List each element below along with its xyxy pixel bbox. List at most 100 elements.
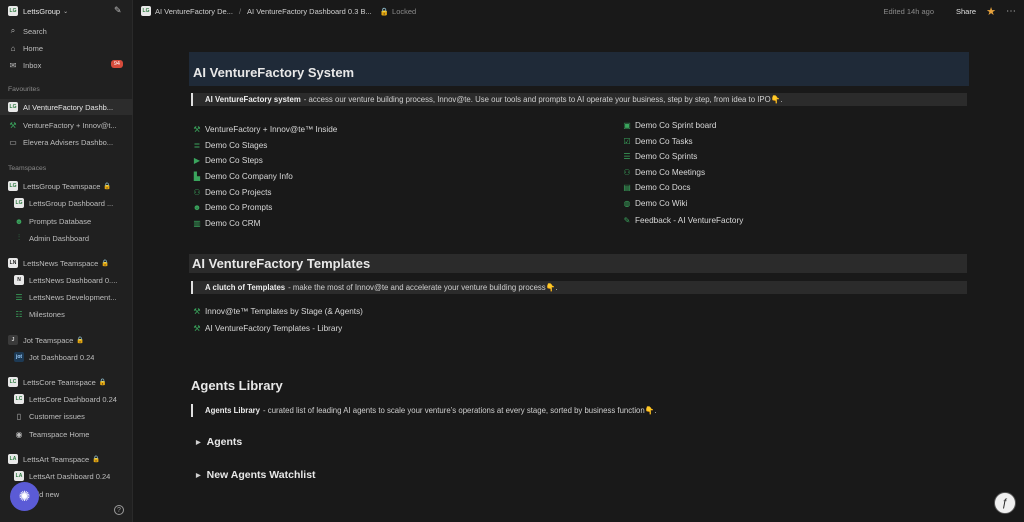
list-icon: ☷ <box>15 309 23 319</box>
toggle-new-agents-watchlist[interactable]: ▶ New Agents Watchlist <box>196 469 316 481</box>
page-title: AI VentureFactory System <box>189 52 969 86</box>
callout-bold: A clutch of Templates <box>205 283 286 292</box>
teamspace-lettsgroup[interactable]: LG LettsGroup Teamspace 🔒 <box>0 178 133 194</box>
page-icon: LC <box>14 394 24 404</box>
sidebar-page[interactable]: LG LettsGroup Dashboard ... <box>0 195 133 211</box>
favourite-item[interactable]: ▭ Elevera Advisers Dashbo... <box>0 134 133 150</box>
breadcrumb-label: AI VentureFactory Dashboard 0.3 B... <box>247 6 372 16</box>
sidebar-page[interactable]: ☻ Prompts Database <box>0 213 133 229</box>
toggle-label: New Agents Watchlist <box>206 469 316 481</box>
teamspace-name: LettsGroup Teamspace <box>23 181 101 191</box>
sidebar-home[interactable]: ⌂ Home <box>0 40 133 56</box>
sidebar-page[interactable]: LC LettsCore Dashboard 0.24 <box>0 391 133 407</box>
callout-bold: Agents Library <box>205 406 261 415</box>
breadcrumb-item[interactable]: LG AI VentureFactory De... <box>141 6 233 16</box>
teamspace-logo: J <box>8 335 18 345</box>
sidebar-page-label: Teamspace Home <box>29 429 90 439</box>
page-link[interactable]: ▤ Demo Co Docs <box>622 182 690 192</box>
new-page-icon[interactable]: ✎ <box>114 5 122 16</box>
lock-icon: 🔒 <box>76 337 85 344</box>
book-icon: ▥ <box>193 218 201 228</box>
page-icon: ▯ <box>16 411 22 421</box>
favorite-star-icon[interactable]: ★ <box>986 5 996 18</box>
sidebar-page[interactable]: ▯ Customer issues <box>0 408 133 424</box>
breadcrumb-item[interactable]: AI VentureFactory Dashboard 0.3 B... <box>247 7 372 16</box>
stack-icon: ≣ <box>193 140 201 150</box>
sidebar-page[interactable]: N LettsNews Dashboard 0.... <box>0 272 133 288</box>
callout-text: - curated list of leading AI agents to s… <box>263 406 657 415</box>
page-link[interactable]: ≣ Demo Co Stages <box>192 140 268 150</box>
page-icon: LA <box>14 471 24 481</box>
page-link[interactable]: ▥ Demo Co CRM <box>192 218 260 228</box>
page-link[interactable]: ▙ Demo Co Company Info <box>192 171 293 181</box>
wand-icon: ⚒ <box>193 323 201 333</box>
page-link-label: Feedback - AI VentureFactory <box>635 215 744 225</box>
more-options-icon[interactable]: ⋯ <box>1006 6 1016 17</box>
compass-icon: ◉ <box>15 429 23 439</box>
locked-label: Locked <box>392 6 417 16</box>
teamspace-jot[interactable]: J Jot Teamspace 🔒 <box>0 332 133 348</box>
teamspace-lettscore[interactable]: LC LettsCore Teamspace 🔒 <box>0 374 133 390</box>
ai-assistant-icon[interactable]: ƒ <box>994 492 1016 514</box>
page-link[interactable]: ⚒ Innov@te™ Templates by Stage (& Agents) <box>192 306 363 316</box>
topbar: LG AI VentureFactory De... / AI VentureF… <box>133 0 1024 22</box>
page-link[interactable]: ▶ Demo Co Steps <box>192 155 263 165</box>
page-link[interactable]: ⚒ AI VentureFactory Templates - Library <box>192 323 342 333</box>
sidebar-inbox[interactable]: ✉ Inbox 94 <box>0 57 133 73</box>
sidebar-page[interactable]: ◉ Teamspace Home <box>0 426 133 442</box>
page-icon: LG <box>141 6 151 16</box>
sidebar-page[interactable]: jot Jot Dashboard 0.24 <box>0 349 133 365</box>
sidebar-page-label: LettsArt Dashboard 0.24 <box>29 471 111 481</box>
toggle-arrow-icon: ▶ <box>196 472 201 479</box>
teamspace-lettsnews[interactable]: LN LettsNews Teamspace 🔒 <box>0 255 133 271</box>
page-link[interactable]: ⚇ Demo Co Meetings <box>622 167 705 177</box>
page-content: AI VentureFactory System AI VentureFacto… <box>133 22 1024 522</box>
sidebar-page-label: LettsCore Dashboard 0.24 <box>29 394 117 404</box>
page-link[interactable]: ☑ Demo Co Tasks <box>622 136 692 146</box>
teamspace-logo: LG <box>8 181 18 191</box>
page-link[interactable]: ✎ Feedback - AI VentureFactory <box>622 215 744 225</box>
toggle-agents[interactable]: ▶ Agents <box>196 436 242 448</box>
page-link-label: Demo Co Steps <box>205 155 263 165</box>
teamspace-logo: LA <box>8 454 18 464</box>
page-link[interactable]: ☻ Demo Co Prompts <box>192 202 273 212</box>
page-link[interactable]: ☰ Demo Co Sprints <box>622 151 697 161</box>
lock-icon: 🔒 <box>92 456 101 463</box>
search-icon: ⌕ <box>10 26 16 35</box>
page-link[interactable]: ◍ Demo Co Wiki <box>622 198 688 208</box>
page-link[interactable]: ⚒ VentureFactory + Innov@te™ Inside <box>192 124 337 134</box>
list-icon: ☰ <box>623 151 631 161</box>
workspace-logo: LG <box>8 6 18 16</box>
sidebar-inbox-label: Inbox <box>23 60 42 70</box>
lock-icon: 🔒 <box>101 260 110 267</box>
page-icon: N <box>14 275 24 285</box>
sidebar-page-label: Jot Dashboard 0.24 <box>29 352 95 362</box>
favourite-label: VentureFactory + Innov@t... <box>23 120 117 130</box>
page-icon: ▭ <box>9 137 17 147</box>
favourite-item[interactable]: ⚒ VentureFactory + Innov@t... <box>0 117 133 133</box>
sidebar-page[interactable]: ☷ Milestones <box>0 306 133 322</box>
page-link[interactable]: ▣ Demo Co Sprint board <box>622 120 716 130</box>
sidebar-page-label: Prompts Database <box>29 216 92 226</box>
sidebar-page[interactable]: ⫶ Admin Dashboard <box>0 230 133 246</box>
page-link[interactable]: ⚇ Demo Co Projects <box>192 187 271 197</box>
page-link-label: AI VentureFactory Templates - Library <box>205 323 343 333</box>
system-callout: AI VentureFactory system - access our ve… <box>191 93 967 106</box>
help-icon[interactable]: ? <box>114 505 124 515</box>
feedback-icon: ✎ <box>623 215 631 225</box>
page-link-label: VentureFactory + Innov@te™ Inside <box>205 124 338 134</box>
teamspace-lettsart[interactable]: LA LettsArt Teamspace 🔒 <box>0 451 133 467</box>
breadcrumb-label: AI VentureFactory De... <box>155 6 233 16</box>
page-icon: LG <box>14 198 24 208</box>
building-icon: ▙ <box>193 171 201 181</box>
sidebar-search[interactable]: ⌕ Search <box>0 23 133 39</box>
edited-timestamp: Edited 14h ago <box>883 6 934 16</box>
sidebar-page-label: LettsNews Development... <box>29 292 117 302</box>
people-icon: ⚇ <box>623 167 631 177</box>
briefcase-icon: ▣ <box>623 120 631 130</box>
favourite-item[interactable]: LG AI VentureFactory Dashb... <box>0 99 133 115</box>
sidebar-page[interactable]: ☰ LettsNews Development... <box>0 289 133 305</box>
assistant-fab-icon[interactable]: ✺ <box>10 482 39 511</box>
share-button[interactable]: Share <box>956 7 976 16</box>
people-icon: ⚇ <box>193 187 201 197</box>
